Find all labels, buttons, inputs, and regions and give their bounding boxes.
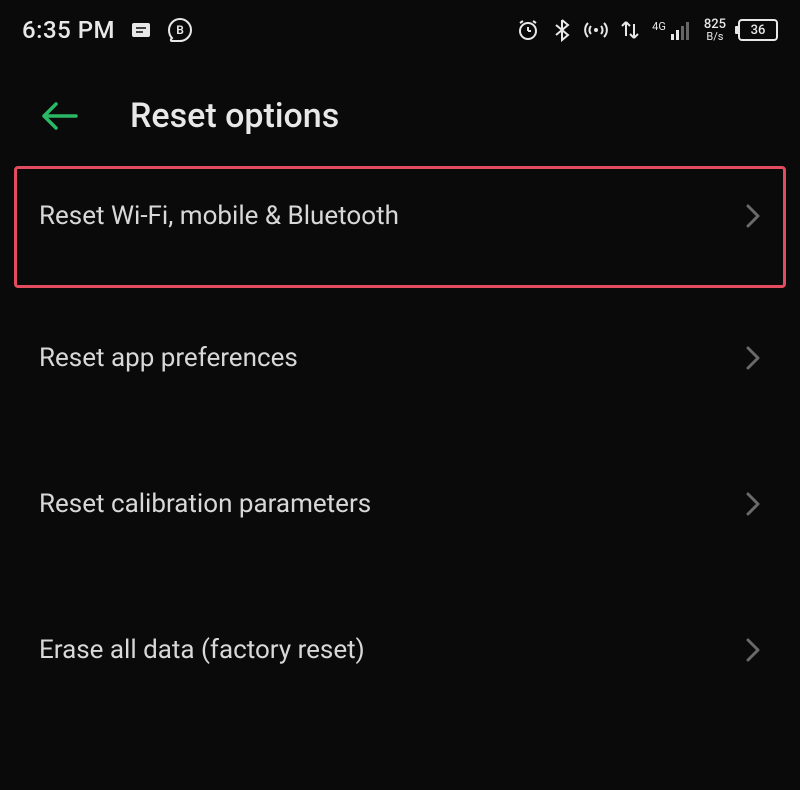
chevron-right-icon xyxy=(745,203,761,229)
battery-indicator: 36 xyxy=(738,19,778,41)
hotspot-icon xyxy=(584,18,608,42)
option-reset-app-prefs[interactable]: Reset app preferences xyxy=(14,302,786,434)
battery-level: 36 xyxy=(738,19,778,41)
status-time: 6:35 PM xyxy=(22,16,115,44)
signal-label: 4G xyxy=(652,20,666,33)
data-transfer-icon xyxy=(620,18,640,42)
chevron-right-icon xyxy=(745,491,761,517)
option-erase-all[interactable]: Erase all data (factory reset) xyxy=(14,594,786,726)
list-separator xyxy=(14,288,786,302)
option-reset-calibration[interactable]: Reset calibration parameters xyxy=(14,448,786,580)
chevron-right-icon xyxy=(745,345,761,371)
option-label: Reset Wi-Fi, mobile & Bluetooth xyxy=(39,201,399,231)
option-label: Erase all data (factory reset) xyxy=(39,635,365,665)
alarm-icon xyxy=(516,18,540,42)
back-button[interactable] xyxy=(38,98,80,134)
chevron-right-icon xyxy=(745,637,761,663)
signal-indicator: 4G xyxy=(652,20,692,40)
circle-b-icon: B xyxy=(167,17,193,43)
status-left-group: 6:35 PM B xyxy=(22,16,193,44)
bluetooth-icon xyxy=(552,18,572,42)
status-bar: 6:35 PM B xyxy=(0,0,800,56)
option-reset-wifi[interactable]: Reset Wi-Fi, mobile & Bluetooth xyxy=(14,166,786,288)
option-label: Reset calibration parameters xyxy=(39,489,371,519)
option-label: Reset app preferences xyxy=(39,343,298,373)
options-list: Reset Wi-Fi, mobile & Bluetooth Reset ap… xyxy=(0,166,800,726)
header: Reset options xyxy=(0,56,800,166)
list-separator xyxy=(14,580,786,594)
status-right-group: 4G 825 B/s 36 xyxy=(516,18,778,42)
message-icon xyxy=(129,18,153,42)
network-speed: 825 B/s xyxy=(704,18,726,42)
list-separator xyxy=(14,434,786,448)
network-speed-unit: B/s xyxy=(706,31,723,42)
svg-text:B: B xyxy=(176,23,184,37)
page-title: Reset options xyxy=(130,96,339,136)
